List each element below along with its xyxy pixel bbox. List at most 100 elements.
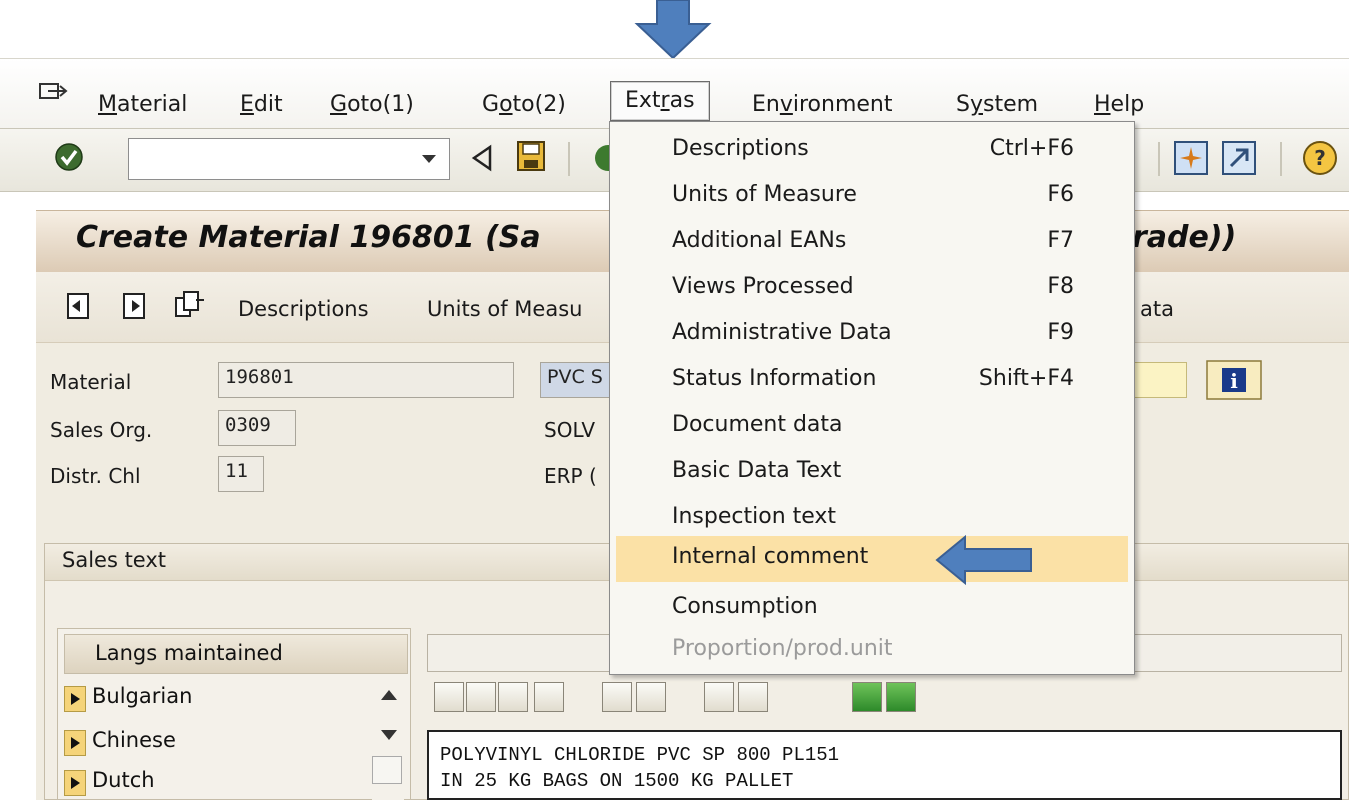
menu-help[interactable]: Help bbox=[1090, 89, 1148, 121]
language-label: Dutch bbox=[92, 768, 155, 792]
paste-icon[interactable] bbox=[498, 682, 528, 712]
extras-dropdown-menu: Descriptions Ctrl+F6 Units of Measure F6… bbox=[609, 121, 1135, 675]
list-item[interactable]: Bulgarian bbox=[64, 682, 364, 718]
menu-item-units-of-measure[interactable]: Units of Measure F6 bbox=[610, 174, 1134, 220]
menu-item-label: Inspection text bbox=[672, 504, 837, 529]
language-label: Chinese bbox=[92, 728, 176, 752]
scroll-up-icon[interactable] bbox=[380, 688, 398, 702]
scroll-down-icon[interactable] bbox=[380, 728, 398, 742]
find-next-icon[interactable] bbox=[738, 682, 768, 712]
langs-maintained-label: Langs maintained bbox=[95, 641, 283, 665]
find-icon[interactable] bbox=[704, 682, 734, 712]
menu-item-internal-comment[interactable]: Internal comment bbox=[616, 536, 1128, 582]
other-view-icon[interactable] bbox=[174, 290, 206, 320]
sales-org-label: Sales Org. bbox=[50, 418, 153, 442]
distr-chl-description: ERP ( bbox=[544, 464, 597, 488]
sales-org-description: SOLV bbox=[544, 418, 596, 442]
material-label: Material bbox=[50, 370, 132, 394]
menu-item-label: Units of Measure bbox=[672, 182, 857, 207]
chevron-down-icon[interactable] bbox=[421, 153, 437, 165]
menu-item-label: Administrative Data bbox=[672, 320, 892, 345]
layout-menu-icon[interactable] bbox=[1174, 141, 1208, 175]
menu-item-shortcut: F9 bbox=[1047, 320, 1074, 345]
menu-edit[interactable]: Edit bbox=[236, 89, 287, 121]
help-icon[interactable]: ? bbox=[1302, 140, 1338, 176]
menu-goto-2[interactable]: Goto(2) bbox=[478, 89, 570, 121]
material-field: 196801 bbox=[218, 362, 514, 398]
menu-item-shortcut: F7 bbox=[1047, 228, 1074, 253]
svg-text:i: i bbox=[1230, 369, 1238, 393]
menu-item-label: Descriptions bbox=[672, 136, 809, 161]
menu-item-proportion-prod-unit: Proportion/prod.unit bbox=[610, 628, 1134, 674]
expand-triangle-icon[interactable] bbox=[64, 730, 86, 756]
menu-item-shortcut: Shift+F4 bbox=[978, 366, 1074, 391]
menu-item-descriptions[interactable]: Descriptions Ctrl+F6 bbox=[610, 128, 1134, 174]
menu-item-label: Basic Data Text bbox=[672, 458, 842, 483]
menu-item-administrative-data[interactable]: Administrative Data F9 bbox=[610, 312, 1134, 358]
editor-line: IN 25 KG BAGS ON 1500 KG PALLET bbox=[440, 770, 794, 792]
export-icon[interactable] bbox=[886, 682, 916, 712]
menu-item-label: Status Information bbox=[672, 366, 877, 391]
list-item[interactable]: Chinese bbox=[64, 726, 364, 762]
callout-arrow-left-icon bbox=[935, 534, 1032, 586]
menu-item-shortcut: Ctrl+F6 bbox=[989, 136, 1074, 161]
undo-icon[interactable] bbox=[602, 682, 632, 712]
menu-item-label: Internal comment bbox=[672, 544, 869, 569]
menu-material[interactable]: Material bbox=[94, 89, 191, 121]
next-screen-icon[interactable] bbox=[122, 292, 148, 320]
clipboard-icon[interactable] bbox=[534, 682, 564, 712]
toolbar-separator bbox=[1280, 142, 1282, 176]
page-title-tail: rade)) bbox=[1132, 220, 1237, 255]
menu-item-label: Document data bbox=[672, 412, 843, 437]
save-icon[interactable] bbox=[516, 140, 546, 172]
menu-system[interactable]: System bbox=[952, 89, 1042, 121]
page-title: Create Material 196801 (Sa bbox=[76, 220, 541, 255]
material-description-field-tail bbox=[1132, 362, 1187, 398]
cut-icon[interactable] bbox=[434, 682, 464, 712]
menu-extras[interactable]: Extras bbox=[610, 81, 710, 121]
distr-chl-field: 11 bbox=[218, 456, 264, 492]
callout-arrow-down-icon bbox=[634, 0, 712, 60]
menu-goto-1[interactable]: Goto(1) bbox=[326, 89, 418, 121]
language-label: Bulgarian bbox=[92, 684, 193, 708]
redo-icon[interactable] bbox=[636, 682, 666, 712]
languages-table-header: Langs maintained bbox=[64, 634, 408, 674]
previous-screen-icon[interactable] bbox=[66, 292, 92, 320]
menu-item-basic-data-text[interactable]: Basic Data Text bbox=[610, 450, 1134, 496]
sales-org-field: 0309 bbox=[218, 410, 296, 446]
info-icon[interactable]: i bbox=[1206, 360, 1262, 400]
menu-item-additional-eans[interactable]: Additional EANs F7 bbox=[610, 220, 1134, 266]
green-circle-icon[interactable] bbox=[592, 144, 610, 172]
data-button[interactable]: ata bbox=[1140, 297, 1174, 321]
menu-item-document-data[interactable]: Document data bbox=[610, 404, 1134, 450]
list-item[interactable]: Dutch bbox=[64, 766, 364, 802]
back-triangle-icon[interactable] bbox=[470, 144, 494, 172]
sales-text-title: Sales text bbox=[62, 548, 167, 572]
editor-line: POLYVINYL CHLORIDE PVC SP 800 PL151 bbox=[440, 744, 840, 766]
enter-checkmark-icon[interactable] bbox=[54, 142, 84, 172]
menu-exit-icon[interactable] bbox=[38, 81, 68, 107]
command-field[interactable] bbox=[128, 138, 450, 180]
menu-item-label: Views Processed bbox=[672, 274, 854, 299]
menu-item-views-processed[interactable]: Views Processed F8 bbox=[610, 266, 1134, 312]
import-icon[interactable] bbox=[852, 682, 882, 712]
material-description-field: PVC S bbox=[540, 362, 610, 398]
expand-triangle-icon[interactable] bbox=[64, 686, 86, 712]
descriptions-button[interactable]: Descriptions bbox=[238, 297, 369, 321]
menu-bar: Material Edit Goto(1) Goto(2) Extras Env… bbox=[0, 58, 1349, 129]
menu-item-consumption[interactable]: Consumption bbox=[610, 586, 1134, 632]
copy-icon[interactable] bbox=[466, 682, 496, 712]
menu-item-label: Additional EANs bbox=[672, 228, 847, 253]
menu-environment[interactable]: Environment bbox=[748, 89, 897, 121]
menu-item-label: Proportion/prod.unit bbox=[672, 636, 893, 661]
svg-text:?: ? bbox=[1314, 146, 1326, 170]
toolbar-separator bbox=[568, 142, 570, 176]
units-of-measure-button[interactable]: Units of Measu bbox=[427, 297, 582, 321]
new-session-icon[interactable] bbox=[1222, 141, 1256, 175]
scroll-thumb[interactable] bbox=[372, 756, 402, 784]
distr-chl-label: Distr. Chl bbox=[50, 464, 141, 488]
menu-item-label: Consumption bbox=[672, 594, 818, 619]
menu-item-shortcut: F6 bbox=[1047, 182, 1074, 207]
menu-item-status-information[interactable]: Status Information Shift+F4 bbox=[610, 358, 1134, 404]
expand-triangle-icon[interactable] bbox=[64, 770, 86, 796]
